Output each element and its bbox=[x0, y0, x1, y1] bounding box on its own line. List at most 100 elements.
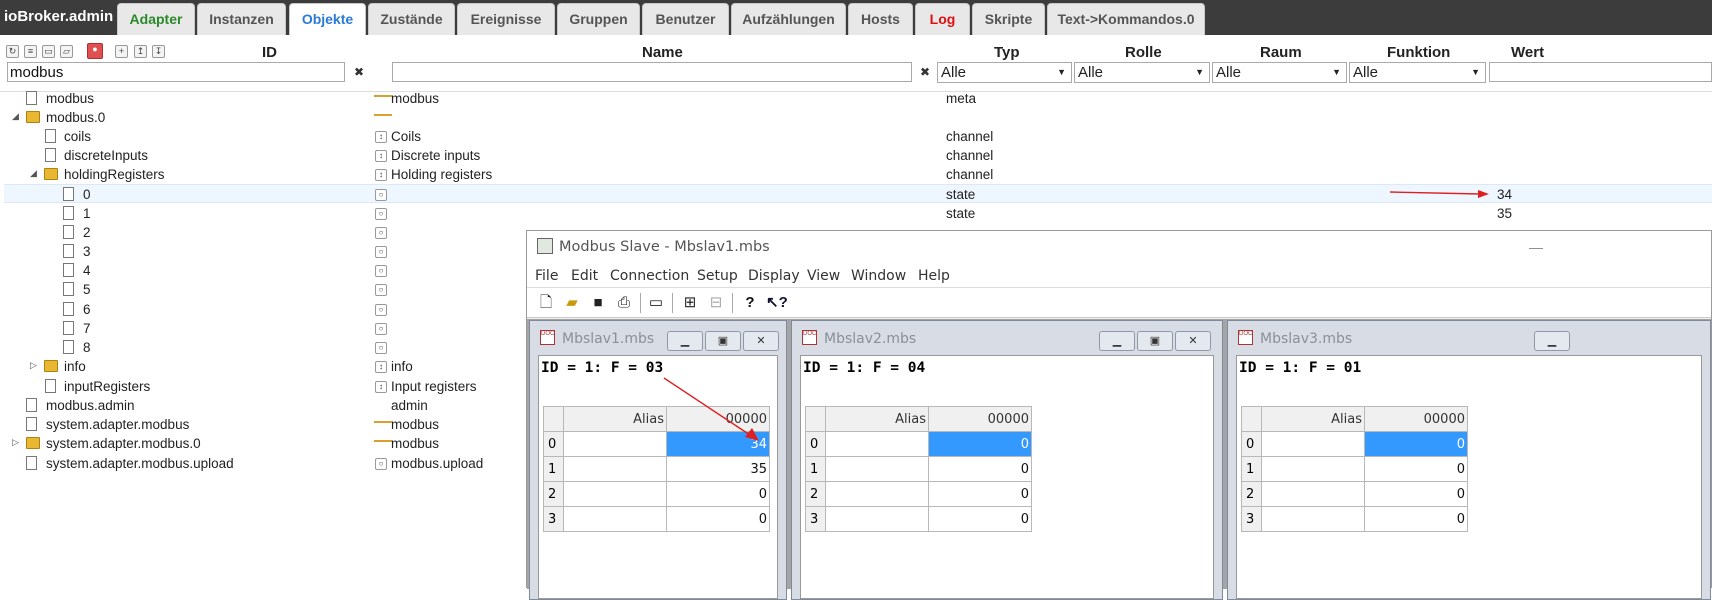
column-header-name[interactable]: Name bbox=[642, 44, 683, 61]
child-close-button[interactable]: ✕ bbox=[1175, 331, 1211, 351]
download-icon[interactable]: ↧ bbox=[152, 45, 165, 58]
alias-cell[interactable] bbox=[825, 456, 929, 482]
open-folder-icon[interactable]: ▰ bbox=[562, 293, 582, 313]
menu-connection[interactable]: Connection bbox=[610, 268, 689, 284]
tab-text-kommandos[interactable]: Text->Kommandos.0 bbox=[1047, 3, 1205, 35]
window-icon[interactable]: ▭ bbox=[646, 293, 666, 313]
child-window-mbslav1[interactable]: DOC Mbslav1.mbs ▁ ▣ ✕ ID = 1: F = 03 Ali… bbox=[529, 320, 787, 600]
connect-icon[interactable]: ⊞ bbox=[680, 293, 700, 313]
save-icon[interactable]: ■ bbox=[588, 293, 608, 313]
tab-zustaende[interactable]: Zustände bbox=[368, 3, 455, 35]
list-view-icon[interactable]: ≡ bbox=[24, 45, 37, 58]
alias-cell[interactable] bbox=[563, 506, 667, 532]
alias-cell[interactable] bbox=[825, 481, 929, 507]
child-titlebar[interactable]: DOC Mbslav3.mbs ▁ bbox=[1228, 321, 1710, 351]
minimize-button[interactable]: — bbox=[1529, 239, 1543, 255]
tree-row-register-1[interactable]: 1 ○ state 35 bbox=[4, 204, 1712, 223]
register-value-cell[interactable]: 0 bbox=[1364, 456, 1468, 482]
menu-window[interactable]: Window bbox=[851, 268, 906, 284]
wert-filter-input[interactable] bbox=[1489, 62, 1712, 82]
alias-cell[interactable] bbox=[825, 506, 929, 532]
tab-aufzaehlungen[interactable]: Aufzählungen bbox=[731, 3, 846, 35]
context-help-icon[interactable]: ↖? bbox=[766, 293, 788, 313]
name-filter-input[interactable] bbox=[392, 62, 912, 82]
child-maximize-button[interactable]: ▣ bbox=[705, 331, 741, 351]
alias-cell[interactable] bbox=[563, 456, 667, 482]
menu-display[interactable]: Display bbox=[748, 268, 800, 284]
folder-expand-icon[interactable]: ▱ bbox=[60, 45, 73, 58]
column-header-rolle[interactable]: Rolle bbox=[1125, 44, 1162, 61]
column-header-id[interactable]: ID bbox=[262, 44, 277, 61]
user-admin-icon[interactable]: ● bbox=[87, 43, 103, 59]
modbus-slave-titlebar[interactable]: Modbus Slave - Mbslav1.mbs — bbox=[527, 231, 1711, 263]
add-icon[interactable]: + bbox=[115, 45, 128, 58]
rolle-filter-select[interactable]: Alle ▼ bbox=[1074, 62, 1210, 83]
alias-cell[interactable] bbox=[1261, 506, 1365, 532]
tree-row-modbus[interactable]: modbus modbus meta bbox=[4, 89, 1712, 108]
help-icon[interactable]: ? bbox=[740, 293, 760, 313]
column-header-raum[interactable]: Raum bbox=[1260, 44, 1302, 61]
menu-help[interactable]: Help bbox=[918, 268, 950, 284]
tab-ereignisse[interactable]: Ereignisse bbox=[457, 3, 555, 35]
refresh-icon[interactable]: ↻ bbox=[6, 45, 19, 58]
alias-cell[interactable] bbox=[563, 431, 667, 457]
collapse-toggle-icon[interactable]: ◢ bbox=[30, 168, 37, 179]
child-minimize-button[interactable]: ▁ bbox=[667, 331, 703, 351]
new-file-icon[interactable]: 🗋 bbox=[536, 293, 556, 313]
tab-log[interactable]: Log bbox=[915, 3, 970, 35]
tree-row-modbus-0[interactable]: ◢ modbus.0 bbox=[4, 108, 1712, 127]
child-maximize-button[interactable]: ▣ bbox=[1137, 331, 1173, 351]
alias-cell[interactable] bbox=[1261, 456, 1365, 482]
child-close-button[interactable]: ✕ bbox=[743, 331, 779, 351]
register-value-cell[interactable]: 0 bbox=[928, 506, 1032, 532]
column-header-typ[interactable]: Typ bbox=[994, 44, 1020, 61]
folder-collapse-icon[interactable]: ▭ bbox=[42, 45, 55, 58]
menu-view[interactable]: View bbox=[807, 268, 840, 284]
alias-cell[interactable] bbox=[825, 431, 929, 457]
clear-id-filter-icon[interactable]: ✖ bbox=[352, 64, 366, 80]
tab-adapter[interactable]: Adapter bbox=[117, 3, 195, 35]
menu-setup[interactable]: Setup bbox=[697, 268, 738, 284]
register-value-cell[interactable]: 35 bbox=[666, 456, 770, 482]
tab-skripte[interactable]: Skripte bbox=[972, 3, 1045, 35]
child-titlebar[interactable]: DOC Mbslav1.mbs ▁ ▣ ✕ bbox=[530, 321, 786, 351]
print-icon[interactable]: ⎙ bbox=[614, 293, 634, 313]
tab-instanzen[interactable]: Instanzen bbox=[197, 3, 286, 35]
collapse-toggle-icon[interactable]: ◢ bbox=[12, 111, 19, 122]
child-minimize-button[interactable]: ▁ bbox=[1534, 331, 1570, 351]
register-value-cell[interactable]: 0 bbox=[928, 456, 1032, 482]
raum-filter-select[interactable]: Alle ▼ bbox=[1212, 62, 1347, 83]
child-titlebar[interactable]: DOC Mbslav2.mbs ▁ ▣ ✕ bbox=[792, 321, 1222, 351]
child-window-mbslav2[interactable]: DOC Mbslav2.mbs ▁ ▣ ✕ ID = 1: F = 04 Ali… bbox=[791, 320, 1223, 600]
register-value-cell[interactable]: 0 bbox=[666, 481, 770, 507]
alias-cell[interactable] bbox=[563, 481, 667, 507]
tab-gruppen[interactable]: Gruppen bbox=[557, 3, 640, 35]
typ-filter-select[interactable]: Alle ▼ bbox=[937, 62, 1072, 83]
register-value-cell[interactable]: 0 bbox=[1364, 431, 1468, 457]
register-value-cell[interactable]: 0 bbox=[928, 481, 1032, 507]
disconnect-icon[interactable]: ⊟ bbox=[706, 293, 726, 313]
menu-edit[interactable]: Edit bbox=[571, 268, 598, 284]
child-minimize-button[interactable]: ▁ bbox=[1099, 331, 1135, 351]
tab-benutzer[interactable]: Benutzer bbox=[642, 3, 729, 35]
id-filter-input[interactable] bbox=[7, 62, 345, 82]
upload-icon[interactable]: ↥ bbox=[134, 45, 147, 58]
register-value-cell[interactable]: 0 bbox=[666, 506, 770, 532]
tree-row-coils[interactable]: coils ↕ Coils channel bbox=[4, 127, 1712, 146]
object-value[interactable]: 34 bbox=[1497, 187, 1512, 202]
object-value[interactable]: 35 bbox=[1497, 206, 1512, 221]
column-header-wert[interactable]: Wert bbox=[1511, 44, 1544, 61]
expand-toggle-icon[interactable]: ▷ bbox=[12, 437, 19, 448]
child-window-mbslav3[interactable]: DOC Mbslav3.mbs ▁ ID = 1: F = 01 Alias 00… bbox=[1227, 320, 1711, 600]
register-value-cell[interactable]: 0 bbox=[1364, 481, 1468, 507]
menu-file[interactable]: File bbox=[535, 268, 558, 284]
tree-row-discrete-inputs[interactable]: discreteInputs ↕ Discrete inputs channel bbox=[4, 146, 1712, 165]
tab-objekte[interactable]: Objekte bbox=[289, 3, 366, 35]
alias-cell[interactable] bbox=[1261, 431, 1365, 457]
column-header-funktion[interactable]: Funktion bbox=[1387, 44, 1450, 61]
expand-toggle-icon[interactable]: ▷ bbox=[30, 360, 37, 371]
alias-cell[interactable] bbox=[1261, 481, 1365, 507]
register-value-cell[interactable]: 0 bbox=[1364, 506, 1468, 532]
register-value-cell[interactable]: 0 bbox=[928, 431, 1032, 457]
funktion-filter-select[interactable]: Alle ▼ bbox=[1349, 62, 1486, 83]
